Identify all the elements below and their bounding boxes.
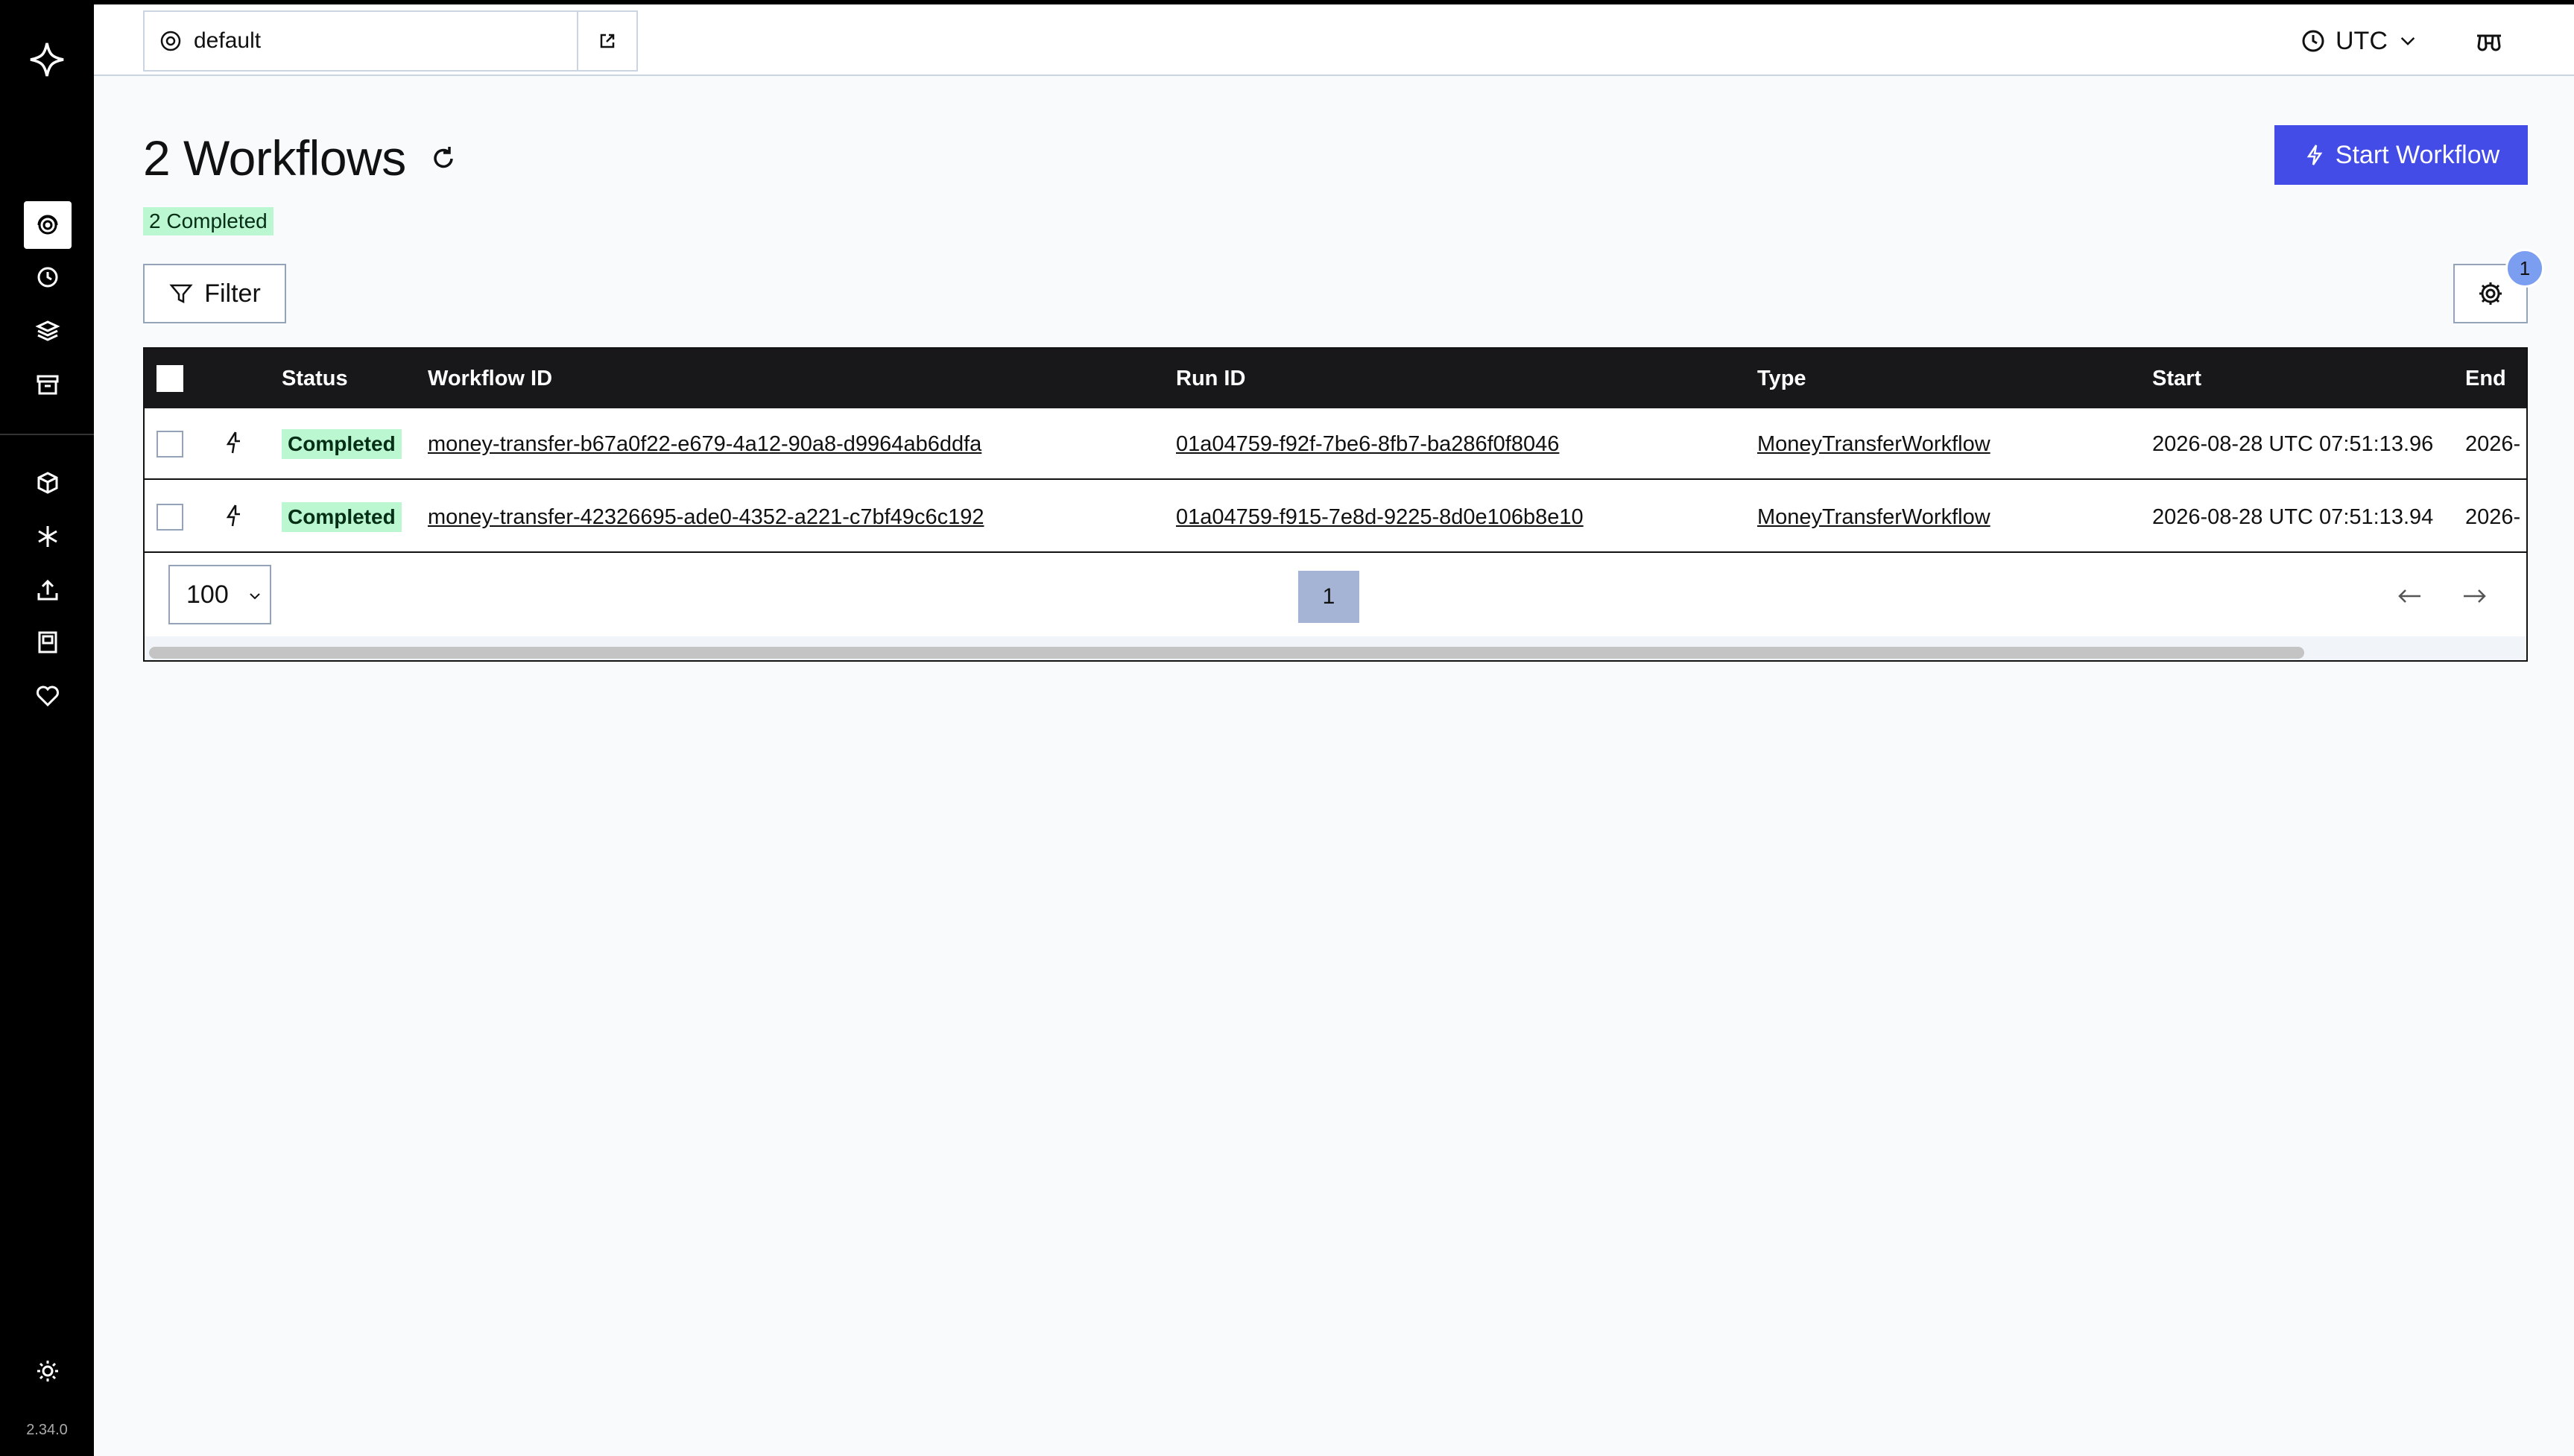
gear-icon (2479, 282, 2502, 305)
namespace-label: default (194, 28, 262, 53)
row-checkbox[interactable] (156, 431, 183, 458)
timezone-label: UTC (2336, 26, 2388, 55)
docs-icon[interactable] (24, 618, 72, 666)
pagination: 100 1 (145, 554, 2526, 636)
column-header-workflow-id[interactable]: Workflow ID (428, 349, 552, 408)
bolt-icon (226, 504, 240, 527)
import-icon[interactable] (24, 566, 72, 614)
external-link-icon (600, 34, 615, 48)
status-badge: Completed (282, 502, 402, 532)
chevron-down-icon (250, 593, 260, 600)
filter-label: Filter (204, 279, 261, 308)
namespaces-icon[interactable] (24, 459, 72, 507)
select-all-checkbox[interactable] (156, 365, 183, 392)
page-size-select[interactable]: 100 (168, 565, 271, 624)
table-row[interactable]: Completed money-transfer-42326695-ade0-4… (145, 481, 2526, 553)
top-header: default UTC (94, 4, 2574, 76)
sun-icon[interactable] (24, 1347, 72, 1395)
start-workflow-label: Start Workflow (2335, 140, 2500, 169)
filter-icon (169, 284, 193, 304)
page-number-button[interactable]: 1 (1298, 571, 1359, 623)
workflows-icon[interactable] (24, 201, 72, 249)
namespace-select[interactable]: default (143, 10, 578, 72)
start-workflow-button[interactable]: Start Workflow (2274, 125, 2528, 185)
run-id-link[interactable]: 01a04759-f92f-7be6-8fb7-ba286f0f8046 (1176, 432, 1559, 456)
bolt-icon (2306, 145, 2323, 165)
configure-badge: 1 (2505, 249, 2544, 288)
status-badge: Completed (282, 429, 402, 459)
start-time: 2026-08-28 UTC 07:51:13.96 (2152, 432, 2434, 456)
timezone-select[interactable]: UTC (2300, 21, 2419, 61)
workflow-type-link[interactable]: MoneyTransferWorkflow (1757, 505, 1990, 529)
app-version: 2.34.0 (26, 1422, 68, 1438)
column-header-start[interactable]: Start (2152, 349, 2201, 408)
archive-icon[interactable] (24, 361, 72, 408)
schedules-icon[interactable] (24, 253, 72, 301)
column-header-type[interactable]: Type (1757, 349, 1806, 408)
table-header: Status Workflow ID Run ID Type Start End (145, 349, 2526, 408)
workflows-table: Status Workflow ID Run ID Type Start End… (143, 347, 2528, 662)
refresh-icon[interactable] (428, 143, 459, 174)
nexus-icon[interactable] (24, 513, 72, 560)
arrow-right-icon[interactable] (2459, 581, 2489, 611)
column-header-run-id[interactable]: Run ID (1176, 349, 1245, 408)
external-link-button[interactable] (577, 10, 638, 72)
start-time: 2026-08-28 UTC 07:51:13.94 (2152, 505, 2434, 529)
scrollbar-thumb[interactable] (149, 647, 2304, 659)
column-header-end[interactable]: End (2465, 349, 2506, 408)
completed-count-badge: 2 Completed (143, 207, 273, 235)
bolt-icon (226, 431, 240, 454)
workflow-id-link[interactable]: money-transfer-b67a0f22-e679-4a12-90a8-d… (428, 432, 981, 456)
temporal-logo-icon[interactable] (28, 41, 66, 78)
workflow-id-link[interactable]: money-transfer-42326695-ade0-4352-a221-c… (428, 505, 984, 529)
data-encoder-icon[interactable] (2473, 25, 2505, 58)
clock-icon (2302, 30, 2324, 52)
sidebar: 2.34.0 (0, 0, 94, 1456)
page-size-value: 100 (186, 580, 229, 609)
feedback-icon[interactable] (24, 672, 72, 720)
sidebar-divider (0, 434, 94, 435)
workflow-type-link[interactable]: MoneyTransferWorkflow (1757, 432, 1990, 456)
row-checkbox[interactable] (156, 504, 183, 531)
filter-button[interactable]: Filter (143, 264, 286, 323)
end-time: 2026- (2465, 505, 2521, 529)
batch-operations-icon[interactable] (24, 307, 72, 355)
chevron-down-icon (2400, 37, 2415, 45)
run-id-link[interactable]: 01a04759-f915-7e8d-9225-8d0e106b8e10 (1176, 505, 1584, 529)
table-row[interactable]: Completed money-transfer-b67a0f22-e679-4… (145, 408, 2526, 480)
page-title: 2 Workflows (143, 130, 406, 186)
arrow-left-icon[interactable] (2395, 581, 2425, 611)
column-header-status[interactable]: Status (282, 349, 348, 408)
end-time: 2026- (2465, 432, 2521, 456)
namespace-icon (160, 31, 181, 51)
